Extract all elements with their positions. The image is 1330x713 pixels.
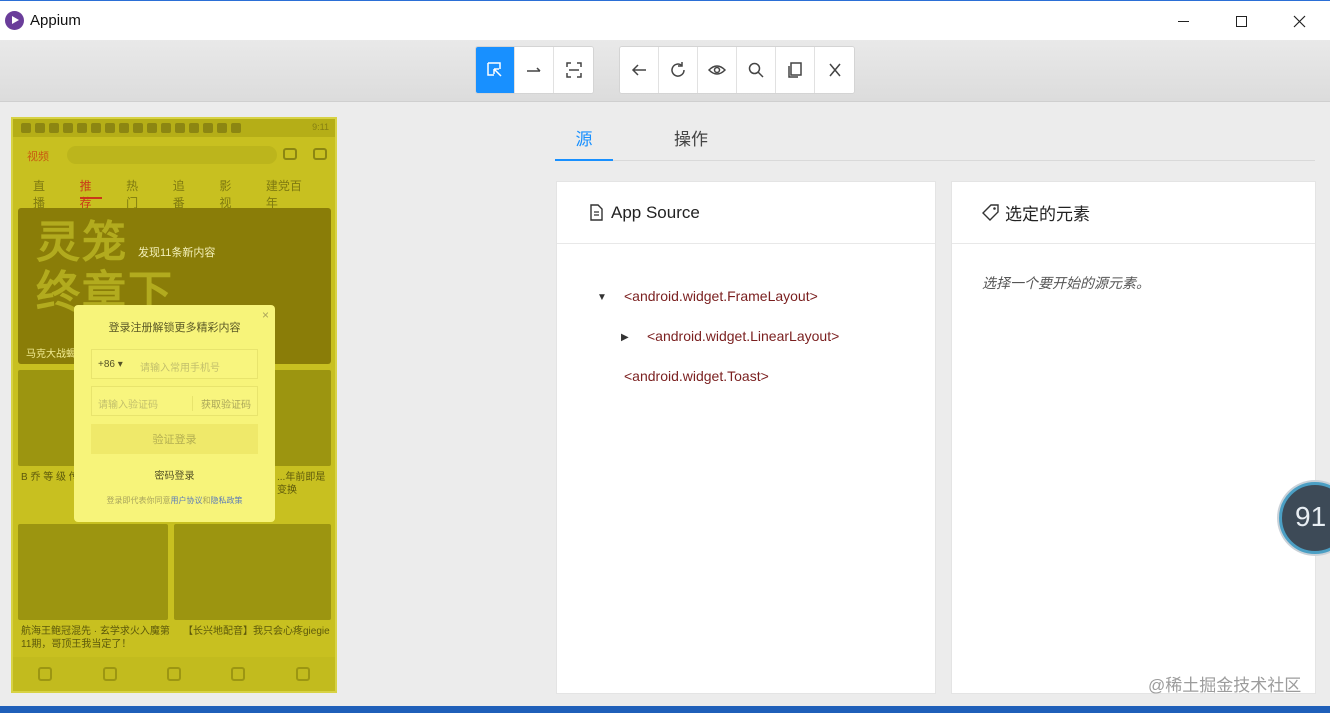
- quit-session-button[interactable]: [815, 47, 854, 93]
- tree-collapse-icon[interactable]: ▶: [621, 332, 629, 343]
- device-tab: 建党百年: [265, 179, 302, 210]
- device-tab: 追番: [172, 179, 185, 210]
- refresh-button[interactable]: [659, 47, 698, 93]
- performance-value: 91: [1295, 501, 1327, 532]
- card-caption: ...年前即是 变换: [277, 472, 326, 496]
- mail-icon: [313, 148, 327, 160]
- title-bar: Appium: [0, 0, 1330, 40]
- maximize-button[interactable]: [1212, 1, 1270, 41]
- tag-icon: [982, 204, 999, 221]
- minimize-button[interactable]: [1154, 1, 1212, 41]
- search-icon: [748, 62, 764, 78]
- device-status-bar: 9:11: [13, 119, 335, 137]
- action-button-group: [619, 46, 855, 94]
- code-placeholder: 请输入验证码: [98, 400, 158, 411]
- banner-title: 灵笼 终章下: [36, 218, 174, 317]
- copy-icon: [788, 62, 802, 78]
- app-source-header: App Source: [557, 182, 935, 244]
- search-elements-button[interactable]: [737, 47, 776, 93]
- taskbar: [0, 706, 1330, 713]
- video-card: [174, 524, 331, 620]
- code-field: 请输入验证码 获取验证码: [91, 386, 258, 416]
- banner-note: 发现11条新内容: [138, 247, 216, 259]
- device-search-bar: 视频: [21, 143, 327, 167]
- inspector-toolbar: [0, 40, 1330, 102]
- show-hide-attributes-button[interactable]: [698, 47, 737, 93]
- device-tab: 推荐: [79, 177, 103, 210]
- device-logo-text: 视频: [27, 151, 49, 163]
- device-time: 9:11: [312, 122, 329, 132]
- close-icon: [828, 63, 841, 77]
- selected-element-hint: 选择一个要开始的源元素。: [982, 275, 1150, 291]
- window-title: Appium: [30, 12, 81, 29]
- video-card: [18, 524, 168, 620]
- maximize-icon: [1235, 15, 1247, 27]
- mode-button-group: [475, 46, 594, 94]
- tree-node[interactable]: <android.widget.LinearLayout>: [647, 328, 839, 344]
- refresh-icon: [671, 62, 685, 77]
- minimize-icon: [1177, 20, 1189, 22]
- device-tabs: 直播 推荐 热门 追番 影视 建党百年: [13, 177, 335, 210]
- swipe-arrow-icon: [527, 67, 541, 72]
- inspector-tabs: 源 操作: [555, 120, 1315, 161]
- tab-actions[interactable]: 操作: [655, 120, 727, 161]
- app-source-panel: App Source ▼ <android.widget.FrameLayout…: [556, 181, 936, 694]
- watermark: @稀土掘金技术社区: [1148, 676, 1302, 695]
- agreement-text: 登录即代表你同意用户协议和隐私政策: [106, 496, 243, 505]
- device-tab: 影视: [219, 179, 232, 210]
- tap-by-coordinates-button[interactable]: [554, 47, 593, 93]
- device-screenshot[interactable]: 9:11 视频 直播 推荐 热门 追番 影视 建党百年 灵笼 终章下 发现11条…: [11, 117, 337, 693]
- card-caption: 【长兴地配音】我只会心疼giegie: [183, 626, 330, 637]
- selected-element-header: 选定的元素: [952, 182, 1315, 244]
- phone-field: +86 ▾ 请输入常用手机号: [91, 349, 258, 379]
- appium-logo-icon: [5, 11, 24, 30]
- close-icon: [1293, 15, 1305, 27]
- scan-frame-icon: [565, 62, 582, 78]
- login-dialog: × 登录注册解锁更多精彩内容 +86 ▾ 请输入常用手机号 请输入验证码 获取验…: [74, 305, 275, 522]
- select-elements-button[interactable]: [476, 47, 515, 93]
- back-button[interactable]: [620, 47, 659, 93]
- card-caption: 航海王鲍冠混先 · 玄学求火入魔第 11期，哥顶王我当定了！: [21, 626, 170, 650]
- file-icon: [590, 204, 603, 221]
- country-code: +86 ▾: [98, 359, 123, 370]
- phone-placeholder: 请输入常用手机号: [140, 363, 220, 374]
- game-icon: [283, 148, 297, 160]
- close-window-button[interactable]: [1270, 1, 1328, 41]
- selected-element-panel: 选定的元素 选择一个要开始的源元素。: [951, 181, 1316, 694]
- device-tab: 热门: [126, 179, 139, 210]
- arrow-left-icon: [631, 64, 646, 76]
- dialog-title: 登录注册解锁更多精彩内容: [108, 322, 241, 334]
- tree-expand-icon[interactable]: ▼: [597, 292, 607, 303]
- verify-login-button: 验证登录: [91, 424, 258, 454]
- select-cursor-icon: [487, 62, 502, 77]
- tab-source[interactable]: 源: [555, 120, 613, 161]
- tree-node[interactable]: <android.widget.Toast>: [624, 368, 769, 384]
- device-tab: 直播: [33, 179, 46, 210]
- device-bottom-nav: [13, 657, 335, 691]
- password-login-link: 密码登录: [154, 471, 195, 482]
- eye-icon: [708, 65, 726, 75]
- swipe-by-coordinates-button[interactable]: [515, 47, 554, 93]
- get-code-link: 获取验证码: [192, 396, 251, 411]
- tree-node[interactable]: <android.widget.FrameLayout>: [624, 288, 818, 304]
- selected-element-title: 选定的元素: [1005, 205, 1090, 224]
- copy-xml-button[interactable]: [776, 47, 815, 93]
- app-source-title: App Source: [611, 202, 700, 222]
